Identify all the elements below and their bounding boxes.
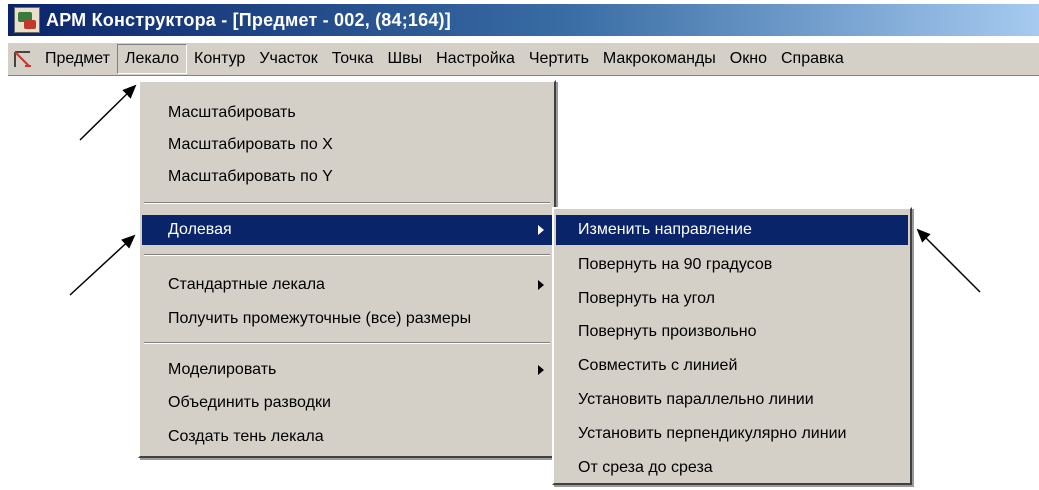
menu-bar: Предмет Лекало Контур Участок Точка Швы …	[8, 42, 1039, 76]
submenu-arrow-icon	[538, 225, 544, 235]
menu-shvy[interactable]: Швы	[380, 44, 429, 74]
menu-item-intermediate-sizes[interactable]: Получить промежуточные (все) размеры	[142, 304, 552, 334]
menu-kontur[interactable]: Контур	[187, 44, 252, 74]
document-icon[interactable]	[12, 48, 34, 70]
submenu-arrow-icon	[538, 365, 544, 375]
submenu-item-change-direction[interactable]: Изменить направление	[556, 215, 908, 245]
menu-okno[interactable]: Окно	[723, 44, 774, 74]
submenu-item-rotate-angle[interactable]: Повернуть на угол	[556, 284, 908, 314]
menu-item-dolevaya-label: Долевая	[168, 221, 232, 238]
submenu-item-parallel-line[interactable]: Установить параллельно линии	[556, 385, 908, 415]
menu-item-dolevaya[interactable]: Долевая	[142, 215, 552, 245]
submenu-item-perpendicular-line[interactable]: Установить перпендикулярно линии	[556, 419, 908, 449]
submenu-arrow-icon	[538, 280, 544, 290]
submenu-item-edge-to-edge[interactable]: От среза до среза	[556, 453, 908, 483]
menu-separator	[144, 342, 550, 344]
app-icon[interactable]	[14, 7, 40, 33]
menu-item-modelirovat[interactable]: Моделировать	[142, 355, 552, 385]
menu-lekalo[interactable]: Лекало	[116, 44, 188, 74]
menu-tochka[interactable]: Точка	[325, 44, 381, 74]
menu-chertit[interactable]: Чертить	[522, 44, 596, 74]
menu-item-modelirovat-label: Моделировать	[168, 361, 277, 378]
menu-predmet[interactable]: Предмет	[38, 44, 117, 74]
menu-separator	[144, 254, 550, 256]
menu-item-shadow[interactable]: Создать тень лекала	[142, 422, 552, 452]
menu-item-scale-x[interactable]: Масштабировать по X	[142, 130, 552, 160]
menu-makrokomandy[interactable]: Макрокоманды	[596, 44, 723, 74]
menu-uchastok[interactable]: Участок	[252, 44, 324, 74]
window-title: АРМ Конструктора - [Предмет - 002, (84;1…	[46, 9, 451, 30]
menu-item-merge[interactable]: Объединить разводки	[142, 388, 552, 418]
menu-item-standard-lekala-label: Стандартные лекала	[168, 276, 325, 293]
menu-nastroyka[interactable]: Настройка	[429, 44, 522, 74]
menu-separator	[144, 202, 550, 204]
menu-item-scale-y[interactable]: Масштабировать по Y	[142, 162, 552, 192]
arrow-to-lekalo-menu	[79, 84, 137, 141]
submenu-item-rotate-90[interactable]: Повернуть на 90 градусов	[556, 250, 908, 280]
menu-spravka[interactable]: Справка	[774, 44, 851, 74]
submenu-item-align-line[interactable]: Совместить с линией	[556, 351, 908, 381]
dolevaya-submenu: Изменить направление Повернуть на 90 гра…	[552, 207, 912, 485]
menu-item-standard-lekala[interactable]: Стандартные лекала	[142, 270, 552, 300]
submenu-item-rotate-free[interactable]: Повернуть произвольно	[556, 317, 908, 347]
menu-item-scale[interactable]: Масштабировать	[142, 98, 552, 128]
window-titlebar[interactable]: АРМ Конструктора - [Предмет - 002, (84;1…	[8, 4, 1039, 36]
lekalo-dropdown-menu: Масштабировать Масштабировать по X Масшт…	[138, 80, 556, 458]
arrow-to-dolevaya-item	[69, 234, 136, 296]
arrow-to-change-direction	[916, 228, 981, 293]
